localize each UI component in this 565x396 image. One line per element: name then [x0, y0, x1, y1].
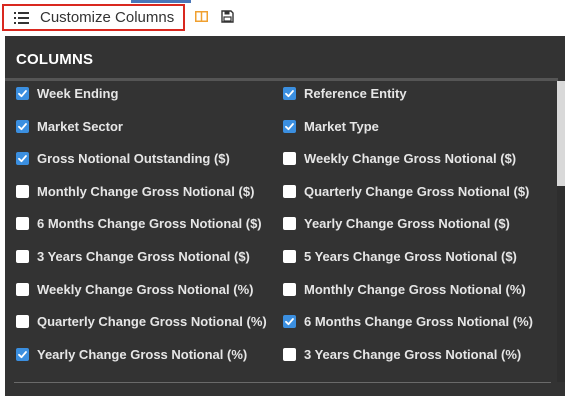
checkbox-unchecked[interactable]	[16, 282, 29, 296]
checkmark-icon	[18, 122, 27, 130]
checkmark-icon	[18, 154, 27, 162]
column-option-label: Week Ending	[37, 85, 119, 101]
checkbox-unchecked[interactable]	[16, 184, 29, 198]
column-option[interactable]: Yearly Change Gross Notional (%)	[16, 344, 247, 364]
active-tab-indicator	[131, 0, 191, 3]
column-option[interactable]: Quarterly Change Gross Notional (%)	[16, 311, 267, 331]
checkmark-icon	[285, 317, 294, 325]
bottom-divider	[14, 382, 551, 383]
columns-panel: COLUMNS Week Ending Reference Entity Marke…	[5, 36, 565, 396]
checkbox-checked[interactable]	[16, 151, 29, 165]
customize-columns-button[interactable]: Customize Columns	[2, 4, 185, 31]
column-option[interactable]: Reference Entity	[283, 83, 407, 103]
column-option-label: Monthly Change Gross Notional (%)	[304, 281, 526, 297]
checkbox-unchecked[interactable]	[283, 184, 296, 198]
column-option[interactable]: Monthly Change Gross Notional ($)	[16, 181, 254, 201]
column-option-label: Quarterly Change Gross Notional (%)	[37, 313, 267, 329]
checkbox-unchecked[interactable]	[16, 216, 29, 230]
column-option[interactable]: 5 Years Change Gross Notional ($)	[283, 246, 517, 266]
list-icon	[14, 11, 30, 24]
toolbar: Customize Columns	[0, 0, 565, 36]
save-icon[interactable]	[221, 10, 234, 23]
column-option-label: 6 Months Change Gross Notional ($)	[37, 215, 262, 231]
customize-columns-label: Customize Columns	[40, 9, 175, 26]
column-option[interactable]: 3 Years Change Gross Notional ($)	[16, 246, 250, 266]
checkbox-checked[interactable]	[16, 86, 29, 100]
column-option-label: Reference Entity	[304, 85, 407, 101]
column-option[interactable]: Gross Notional Outstanding ($)	[16, 148, 230, 168]
checkbox-unchecked[interactable]	[283, 347, 296, 361]
column-option[interactable]: Quarterly Change Gross Notional ($)	[283, 181, 529, 201]
column-option-label: Weekly Change Gross Notional ($)	[304, 150, 517, 166]
checkbox-unchecked[interactable]	[16, 249, 29, 263]
column-option[interactable]: 3 Years Change Gross Notional (%)	[283, 344, 521, 364]
column-option[interactable]: 6 Months Change Gross Notional ($)	[16, 213, 262, 233]
checkbox-checked[interactable]	[16, 119, 29, 133]
column-option-label: 3 Years Change Gross Notional (%)	[304, 346, 522, 362]
checkbox-unchecked[interactable]	[283, 216, 296, 230]
column-option-label: Yearly Change Gross Notional ($)	[304, 215, 510, 231]
column-option[interactable]: Monthly Change Gross Notional (%)	[283, 279, 526, 299]
column-option[interactable]: Weekly Change Gross Notional (%)	[16, 279, 253, 299]
checkmark-icon	[285, 89, 294, 97]
column-option[interactable]: Weekly Change Gross Notional ($)	[283, 148, 516, 168]
column-option-label: Weekly Change Gross Notional (%)	[37, 281, 254, 297]
column-option-label: Gross Notional Outstanding ($)	[37, 150, 230, 166]
checkbox-unchecked[interactable]	[16, 314, 29, 328]
checkbox-checked[interactable]	[283, 119, 296, 133]
column-option-label: Market Sector	[37, 118, 123, 134]
checkbox-unchecked[interactable]	[283, 249, 296, 263]
column-option[interactable]: Market Type	[283, 116, 379, 136]
checkbox-unchecked[interactable]	[283, 151, 296, 165]
checkbox-checked[interactable]	[283, 314, 296, 328]
panel-title: COLUMNS	[16, 51, 94, 68]
column-option-label: 5 Years Change Gross Notional ($)	[304, 248, 517, 264]
column-option-label: Market Type	[304, 118, 379, 134]
scrollbar[interactable]	[557, 81, 565, 382]
column-option-label: Monthly Change Gross Notional ($)	[37, 183, 255, 199]
title-divider	[5, 78, 558, 81]
column-option-label: 6 Months Change Gross Notional (%)	[304, 313, 533, 329]
book-icon[interactable]	[195, 10, 208, 23]
checkmark-icon	[18, 350, 27, 358]
checkmark-icon	[18, 89, 27, 97]
checkbox-checked[interactable]	[16, 347, 29, 361]
column-option[interactable]: Yearly Change Gross Notional ($)	[283, 213, 510, 233]
checkbox-checked[interactable]	[283, 86, 296, 100]
checkmark-icon	[285, 122, 294, 130]
checkbox-unchecked[interactable]	[283, 282, 296, 296]
column-option-label: 3 Years Change Gross Notional ($)	[37, 248, 250, 264]
column-option[interactable]: Market Sector	[16, 116, 123, 136]
scrollbar-thumb[interactable]	[557, 81, 565, 186]
column-option-label: Yearly Change Gross Notional (%)	[37, 346, 248, 362]
column-option[interactable]: Week Ending	[16, 83, 118, 103]
column-option[interactable]: 6 Months Change Gross Notional (%)	[283, 311, 533, 331]
column-option-label: Quarterly Change Gross Notional ($)	[304, 183, 530, 199]
